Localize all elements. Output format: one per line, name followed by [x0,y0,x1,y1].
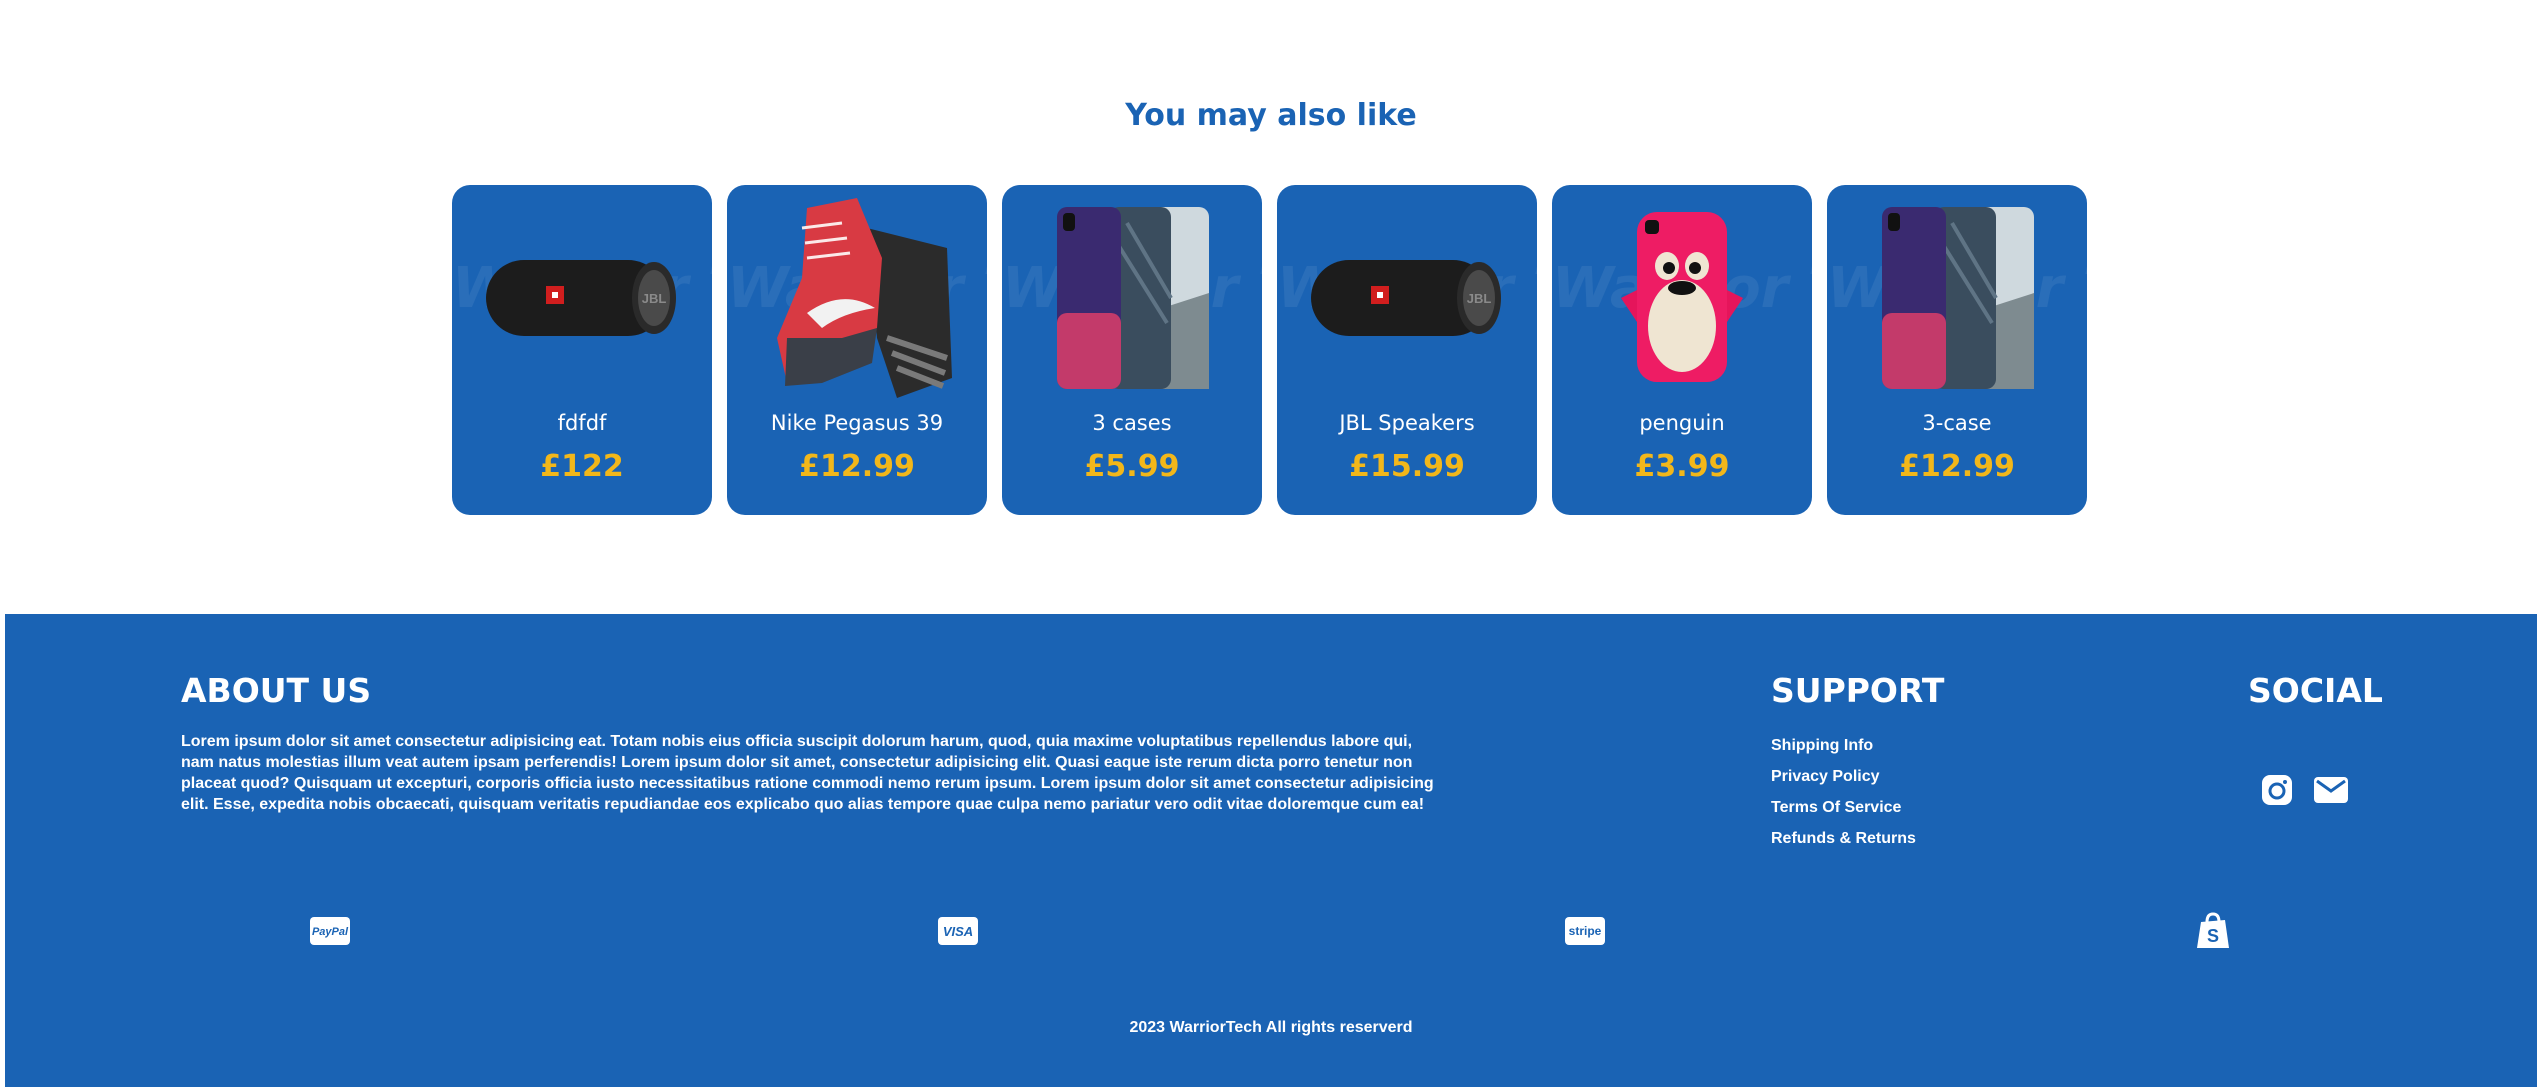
instagram-icon[interactable] [2261,774,2293,811]
product-card[interactable]: Warrior Tech JBL JBL Speakers £15.99 [1277,185,1537,515]
privacy-policy-link[interactable]: Privacy Policy [1771,761,1916,792]
paypal-icon: PayPal [309,916,351,951]
recommendations-title: You may also like [1125,98,1417,133]
product-name: JBL Speakers [1339,411,1475,435]
product-name: fdfdf [557,411,607,435]
phone-cases-image [1827,190,2087,405]
product-name: Nike Pegasus 39 [770,411,944,435]
product-card[interactable]: Warrior Tech 3 cases £5.99 [1002,185,1262,515]
visa-label: VISA [943,924,973,939]
product-card[interactable]: Warrior Tech penguin £3.99 [1552,185,1812,515]
product-price: £5.99 [1084,449,1180,484]
product-card[interactable]: Warrior Tech JBL fdfdf £122 [452,185,712,515]
product-card[interactable]: Warrior Tech 3-case £12.99 [1827,185,2087,515]
support-links: Shipping Info Privacy Policy Terms Of Se… [1771,730,1916,854]
copyright-text: 2023 WarriorTech All rights reserverd [1129,1019,1413,1036]
about-heading: ABOUT US [181,671,372,710]
mail-icon[interactable] [2313,776,2349,809]
svg-text:JBL: JBL [1467,291,1492,306]
product-price: £15.99 [1349,449,1465,484]
paypal-label: PayPal [312,926,349,938]
shipping-info-link[interactable]: Shipping Info [1771,730,1916,761]
visa-icon: VISA [937,916,979,951]
speaker-image: JBL [452,190,712,405]
product-price: £12.99 [799,449,915,484]
refunds-returns-link[interactable]: Refunds & Returns [1771,823,1916,854]
social-heading: SOCIAL [2248,671,2383,710]
about-text: Lorem ipsum dolor sit amet consectetur a… [181,733,1434,813]
stripe-label: stripe [1569,924,1602,938]
stripe-icon: stripe [1564,916,1606,951]
product-name: 3-case [1922,411,1992,435]
product-price: £12.99 [1899,449,2015,484]
support-heading: SUPPORT [1771,671,1945,710]
speaker-image: JBL [1277,190,1537,405]
sneakers-image [727,190,987,405]
social-icons [2261,774,2349,811]
svg-text:JBL: JBL [642,291,667,306]
svg-text:S: S [2207,926,2219,946]
site-footer: ABOUT US Lorem ipsum dolor sit amet cons… [5,614,2537,1087]
product-name: penguin [1639,411,1725,435]
product-card-list: Warrior Tech JBL fdfdf £122 Warrior Tech [452,185,2087,515]
product-price: £3.99 [1634,449,1730,484]
product-name: 3 cases [1092,411,1172,435]
product-price: £122 [540,449,624,484]
terms-of-service-link[interactable]: Terms Of Service [1771,792,1916,823]
penguin-case-image [1552,190,1812,405]
shopify-icon: S [2195,912,2231,955]
product-card[interactable]: Warrior Tech Nike Pegasus 39 £12.99 [727,185,987,515]
phone-cases-image [1002,190,1262,405]
